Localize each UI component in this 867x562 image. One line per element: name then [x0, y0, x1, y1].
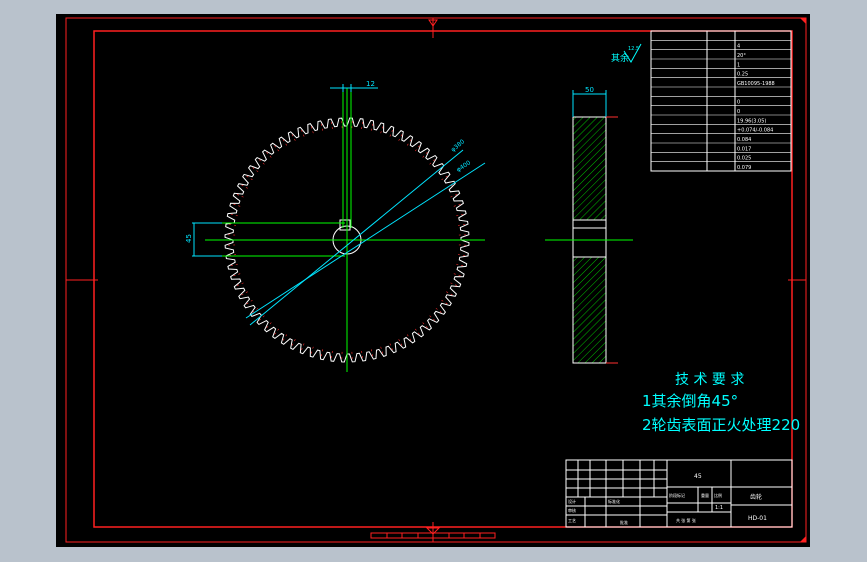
- param-cell: 20°: [737, 53, 746, 59]
- param-cell: GB10095-1988: [737, 81, 775, 87]
- tb-std-label: 标准化: [608, 498, 620, 504]
- tb-scale: 1:1: [715, 505, 723, 511]
- section-lower: [572, 256, 607, 364]
- tech-req-line1: 1其余倒角45°: [642, 392, 738, 410]
- tb-check-label: 审核: [568, 507, 576, 513]
- roughness-value: 12.5: [628, 46, 639, 52]
- tb-approval-label: 批准: [620, 519, 628, 525]
- section-upper: [572, 116, 607, 221]
- dim-top-text: 12: [366, 80, 375, 88]
- param-cell: 0.25: [737, 72, 748, 78]
- tb-weight-label: 重量: [701, 492, 709, 498]
- drawing-canvas[interactable]: 12 45 φ380 φ400 50 其余 12.5 420°10.25GB10…: [0, 0, 867, 562]
- tb-material: 45: [694, 473, 702, 480]
- tb-scale-label: 比例: [714, 492, 722, 498]
- tb-approve-label: 工艺: [568, 518, 576, 523]
- tech-req-line2: 2轮齿表面正火处理220: [642, 416, 800, 434]
- section-dim-text: 50: [585, 86, 594, 94]
- dim-left-text: 45: [185, 234, 193, 243]
- tb-stage-label: 阶段标记: [669, 492, 685, 498]
- param-cell: 4: [737, 44, 740, 50]
- param-cell: 19.96(3.05): [737, 118, 766, 124]
- param-cell: 0.084: [737, 137, 751, 143]
- param-cell: 0.025: [737, 156, 751, 162]
- cad-viewer: 12 45 φ380 φ400 50 其余 12.5 4 20° 1 0.25 …: [0, 0, 867, 562]
- tb-design-label: 设计: [568, 498, 576, 504]
- param-cell: 0: [737, 109, 740, 115]
- tb-sheet-label: 共 张 第 张: [676, 517, 696, 523]
- param-cell: +0.074/-0.084: [737, 128, 773, 134]
- tech-req-title: 技 术 要 求: [675, 372, 744, 388]
- tb-part-name: 齿轮: [750, 493, 762, 501]
- model-space-background: [56, 14, 810, 547]
- tb-drawing-no: HD-01: [748, 515, 767, 522]
- param-cell: 0.079: [737, 165, 751, 171]
- param-cell: 0.017: [737, 146, 751, 152]
- param-cell: 0: [737, 100, 740, 106]
- param-cell: 1: [737, 62, 740, 68]
